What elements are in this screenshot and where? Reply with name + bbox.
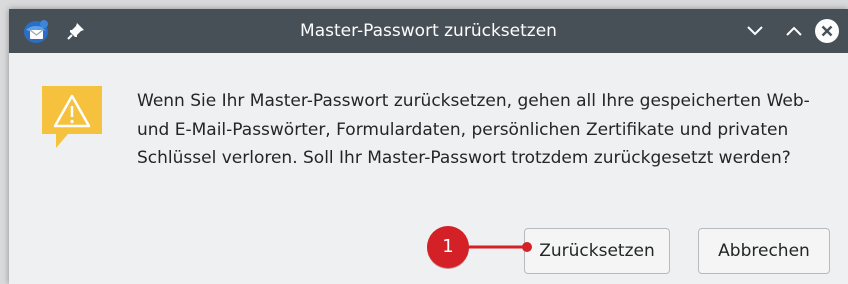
cancel-button[interactable]: Abbrechen [698,228,830,274]
close-icon[interactable] [814,18,840,44]
step-annotation: 1 [425,224,545,270]
step-number-badge: 1 [442,236,454,257]
chevron-down-icon[interactable] [742,18,768,44]
dialog-message: Wenn Sie Ihr Master-Passwort zurücksetze… [137,91,810,168]
chevron-up-icon[interactable] [781,18,807,44]
window-title: Master-Passwort zurücksetzen [300,21,557,41]
warning-icon [42,86,102,150]
title-bar[interactable]: Master-Passwort zurücksetzen [9,9,848,53]
reset-button[interactable]: Zurücksetzen [524,228,670,274]
